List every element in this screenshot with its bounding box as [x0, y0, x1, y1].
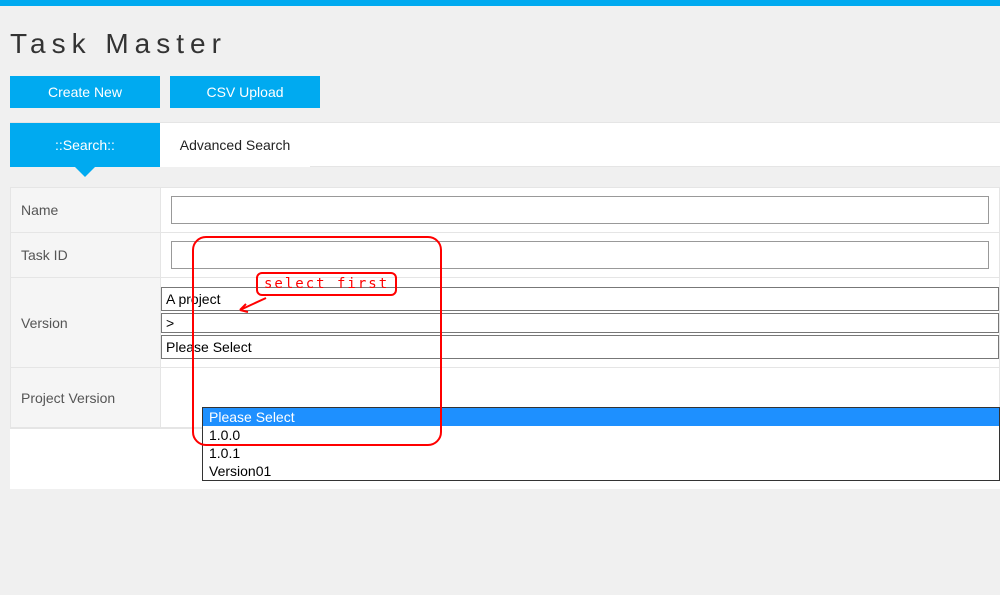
- dropdown-option[interactable]: Version01: [203, 462, 999, 480]
- csv-upload-button[interactable]: CSV Upload: [170, 76, 320, 108]
- action-row: Create New CSV Upload: [0, 76, 1000, 122]
- tab-bar: ::Search:: Advanced Search: [10, 122, 1000, 167]
- dropdown-option[interactable]: 1.0.0: [203, 426, 999, 444]
- form-table: Name Task ID Version >: [10, 187, 1000, 428]
- version-dropdown-list[interactable]: Please Select 1.0.0 1.0.1 Version01: [202, 407, 1000, 481]
- tab-advanced-search[interactable]: Advanced Search: [160, 123, 310, 167]
- label-version: Version: [11, 278, 161, 368]
- dropdown-option[interactable]: Please Select: [203, 408, 999, 426]
- version-caret-row[interactable]: >: [161, 313, 999, 333]
- version-please-select[interactable]: [161, 335, 999, 359]
- search-form: Name Task ID Version >: [10, 187, 1000, 489]
- version-project-select[interactable]: [161, 287, 999, 311]
- tab-search-label: ::Search::: [55, 137, 115, 153]
- task-id-input[interactable]: [171, 241, 989, 269]
- chevron-right-icon: >: [166, 315, 174, 331]
- label-task-id: Task ID: [11, 233, 161, 278]
- create-new-button[interactable]: Create New: [10, 76, 160, 108]
- tab-bar-spacer: [310, 123, 1000, 167]
- dropdown-option[interactable]: 1.0.1: [203, 444, 999, 462]
- version-stack: >: [161, 287, 999, 359]
- label-project-version: Project Version: [11, 368, 161, 428]
- page-title: Task Master: [0, 6, 1000, 76]
- name-input[interactable]: [171, 196, 989, 224]
- label-name: Name: [11, 188, 161, 233]
- tab-advanced-label: Advanced Search: [180, 137, 291, 153]
- tab-search[interactable]: ::Search::: [10, 123, 160, 167]
